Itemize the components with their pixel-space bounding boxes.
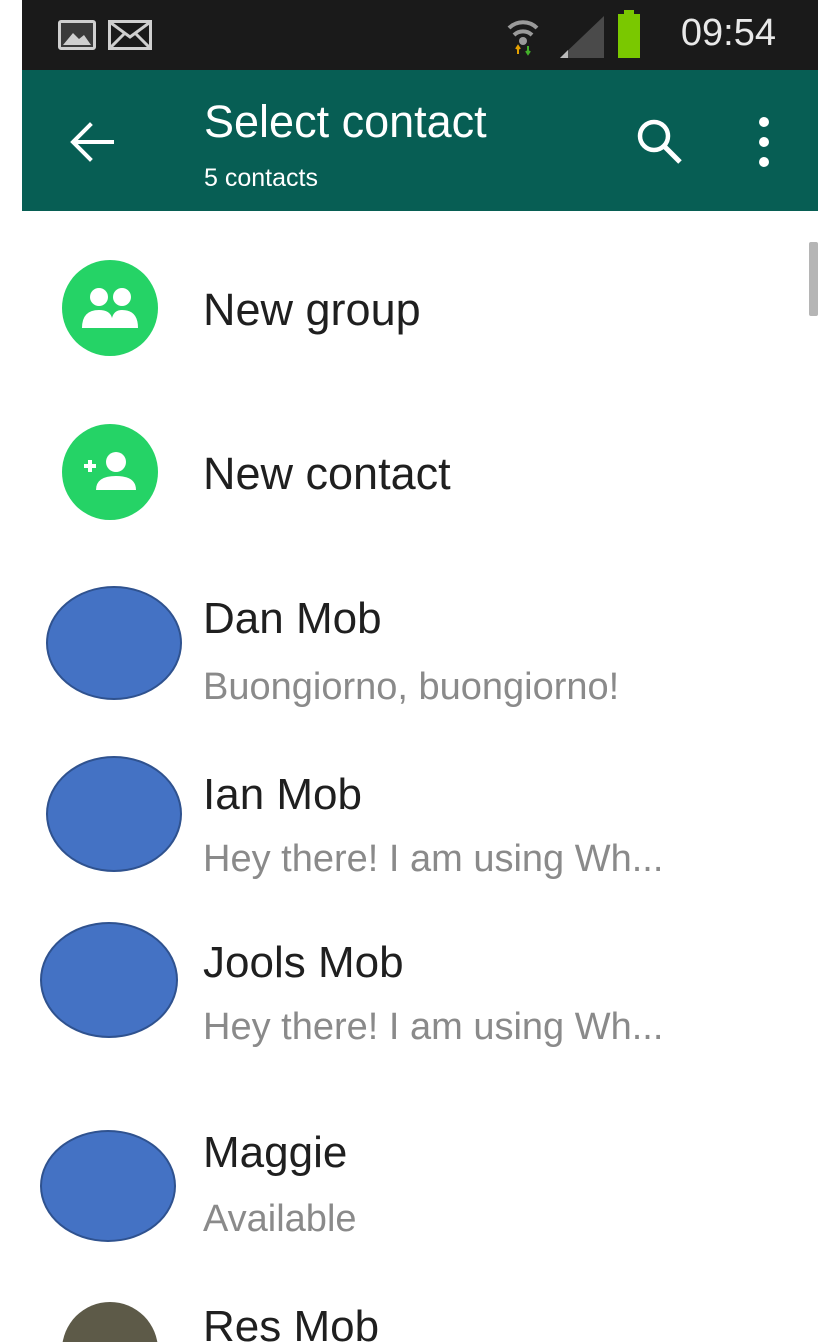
- avatar: [40, 922, 178, 1038]
- avatar: [40, 1130, 176, 1242]
- avatar: [46, 756, 182, 872]
- more-options-icon[interactable]: [752, 114, 776, 170]
- gallery-notification-icon: [58, 20, 96, 50]
- search-icon[interactable]: [634, 116, 684, 166]
- contact-item[interactable]: Dan Mob Buongiorno, buongiorno!: [0, 570, 818, 720]
- clock: 09:54: [680, 12, 776, 54]
- contact-status: Buongiorno, buongiorno!: [203, 666, 620, 708]
- contact-item[interactable]: Maggie Available: [0, 1078, 818, 1242]
- contact-name: Ian Mob: [203, 770, 362, 819]
- contact-item[interactable]: Jools Mob Hey there! I am using Wh...: [0, 906, 818, 1056]
- contact-status: Available: [203, 1198, 357, 1240]
- contact-name: Dan Mob: [203, 594, 382, 643]
- contact-status: Hey there! I am using Wh...: [203, 1006, 664, 1048]
- mail-notification-icon: [108, 20, 152, 50]
- signal-icon: [560, 16, 604, 58]
- add-contact-icon: [62, 424, 158, 520]
- wifi-icon: [507, 20, 539, 56]
- battery-icon: [618, 10, 640, 58]
- contact-name: Jools Mob: [203, 938, 404, 987]
- new-contact-item[interactable]: New contact: [0, 398, 818, 548]
- avatar: [46, 586, 182, 700]
- avatar-photo: [62, 1302, 158, 1342]
- contacts-count: 5 contacts: [204, 164, 318, 192]
- page-title: Select contact: [204, 96, 487, 147]
- back-arrow-icon[interactable]: [70, 122, 114, 162]
- new-contact-label: New contact: [203, 448, 451, 499]
- app-bar: Select contact 5 contacts: [22, 70, 818, 211]
- contact-item[interactable]: Res Mob: [0, 1250, 818, 1342]
- contact-item[interactable]: Ian Mob Hey there! I am using Wh...: [0, 742, 818, 892]
- status-bar: 09:54: [22, 0, 818, 70]
- contact-status: Hey there! I am using Wh...: [203, 838, 664, 880]
- group-icon: [62, 260, 158, 356]
- contact-name: Res Mob: [203, 1302, 380, 1342]
- new-group-label: New group: [203, 284, 421, 335]
- new-group-item[interactable]: New group: [0, 222, 818, 398]
- contact-name: Maggie: [203, 1128, 348, 1177]
